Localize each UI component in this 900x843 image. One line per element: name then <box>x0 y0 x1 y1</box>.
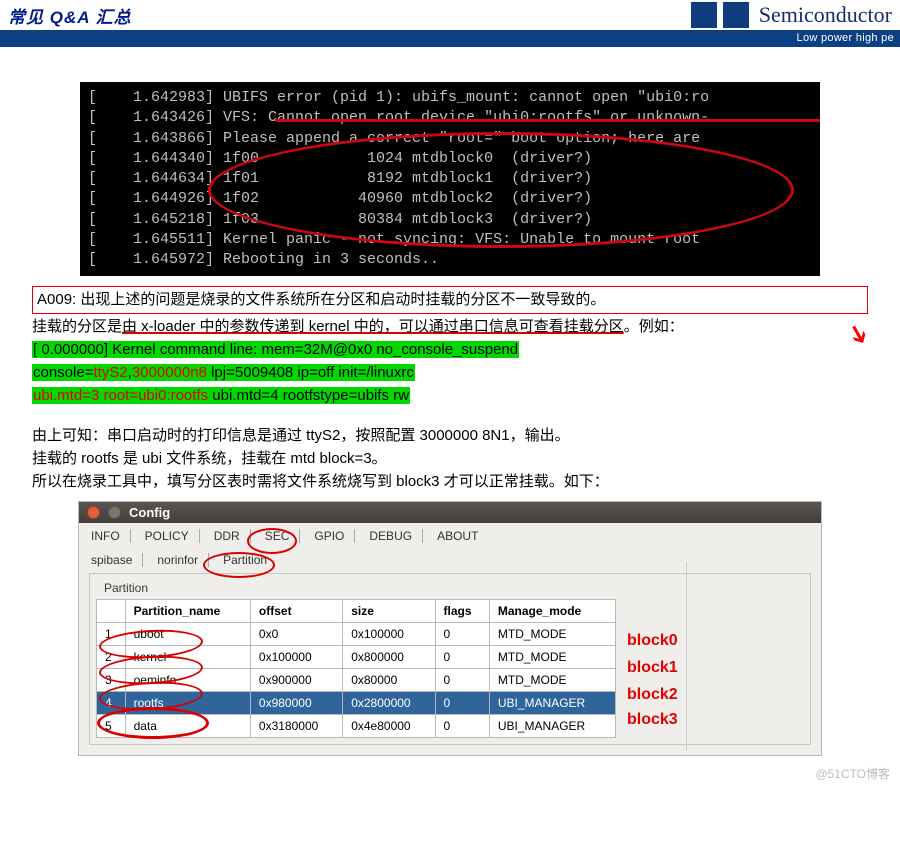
table-row[interactable]: 1uboot0x00x1000000MTD_MODE <box>97 623 616 646</box>
header-subtitle-bar: Low power high pe <box>0 30 900 47</box>
tab-spibase[interactable]: spibase <box>89 553 143 567</box>
tab-sec[interactable]: SEC <box>263 529 301 543</box>
th <box>97 600 126 623</box>
brand-area: Semiconductor <box>691 2 892 28</box>
window-titlebar: Config <box>79 502 821 523</box>
divider <box>686 562 687 751</box>
table-row-selected[interactable]: 4rootfs0x9800000x28000000UBI_MANAGER <box>97 692 616 715</box>
partition-table[interactable]: Partition_name offset size flags Manage_… <box>96 599 616 738</box>
cmd-text: console=ttyS2,3000000n8 lpj=5009408 ip=o… <box>32 364 415 381</box>
close-icon[interactable] <box>87 506 100 519</box>
cmd-line: [ 0.000000] Kernel command line: mem=32M… <box>32 338 868 361</box>
label-block1: block1 <box>627 659 678 677</box>
annotation-ellipse <box>208 132 794 248</box>
minimize-icon[interactable] <box>108 506 121 519</box>
table-row[interactable]: 5data0x31800000x4e800000UBI_MANAGER <box>97 715 616 738</box>
th: flags <box>435 600 489 623</box>
answer-a009: A009: 出现上述的问题是烧录的文件系统所在分区和启动时挂载的分区不一致导致的… <box>32 286 868 313</box>
brand-text: Semiconductor <box>759 2 892 28</box>
tab-gpio[interactable]: GPIO <box>312 529 355 543</box>
page-title: 常见 Q&A 汇总 <box>8 3 132 28</box>
tab-row-main: INFO POLICY DDR SEC GPIO DEBUG ABOUT <box>79 523 821 547</box>
window-title: Config <box>129 505 170 520</box>
text-underlined: 由 x-loader 中的参数传递到 kernel 中的，可以通过串口信息可查看… <box>122 318 624 335</box>
tab-ddr[interactable]: DDR <box>212 529 251 543</box>
tab-partition[interactable]: Partition <box>221 553 277 567</box>
label-block0: block0 <box>627 632 678 650</box>
th: size <box>343 600 435 623</box>
brand-square-2 <box>723 2 749 28</box>
tab-policy[interactable]: POLICY <box>143 529 200 543</box>
cmd-line: ubi.mtd=3 root=ubi0:rootfs ubi.mtd=4 roo… <box>32 384 868 407</box>
cmd-line: console=ttyS2,3000000n8 lpj=5009408 ip=o… <box>32 361 868 384</box>
th: Manage_mode <box>489 600 615 623</box>
watermark: @51CTO博客 <box>815 765 890 782</box>
answer-content: A009: 出现上述的问题是烧录的文件系统所在分区和启动时挂载的分区不一致导致的… <box>32 286 868 493</box>
group-label: Partition <box>100 581 152 595</box>
config-window: Config INFO POLICY DDR SEC GPIO DEBUG AB… <box>78 501 822 756</box>
paragraph: 挂载的 rootfs 是 ubi 文件系统，挂载在 mtd block=3。 <box>32 447 868 470</box>
tab-row-sub: spibase norinfor Partition <box>79 547 821 571</box>
cmd-text: [ 0.000000] Kernel command line: mem=32M… <box>32 341 519 358</box>
paragraph: 所以在烧录工具中，填写分区表时需将文件系统烧写到 block3 才可以正常挂载。… <box>32 470 868 493</box>
tab-norinfor[interactable]: norinfor <box>155 553 209 567</box>
paragraph: 挂载的分区是由 x-loader 中的参数传递到 kernel 中的，可以通过串… <box>32 315 868 338</box>
annotation-underline <box>275 119 820 122</box>
table-row[interactable]: 3oeminfo0x9000000x800000MTD_MODE <box>97 669 616 692</box>
partition-group: Partition Partition_name offset size fla… <box>89 573 811 745</box>
terminal-output: [ 1.642983] UBIFS error (pid 1): ubifs_m… <box>80 82 820 276</box>
table-header-row: Partition_name offset size flags Manage_… <box>97 600 616 623</box>
page-header: 常见 Q&A 汇总 Semiconductor <box>0 0 900 28</box>
th: Partition_name <box>125 600 250 623</box>
th: offset <box>250 600 342 623</box>
paragraph: 由上可知：串口启动时的打印信息是通过 ttyS2，按照配置 3000000 8N… <box>32 424 868 447</box>
tab-info[interactable]: INFO <box>89 529 131 543</box>
text: 挂载的分区是 <box>32 318 122 335</box>
text: 。例如： <box>624 318 684 335</box>
tab-about[interactable]: ABOUT <box>435 529 488 543</box>
label-block3: block3 <box>627 711 678 729</box>
table-row[interactable]: 2kernel0x1000000x8000000MTD_MODE <box>97 646 616 669</box>
label-block2: block2 <box>627 686 678 704</box>
brand-square-1 <box>691 2 717 28</box>
cmd-text: ubi.mtd=3 root=ubi0:rootfs ubi.mtd=4 roo… <box>32 387 410 404</box>
tab-debug[interactable]: DEBUG <box>367 529 423 543</box>
